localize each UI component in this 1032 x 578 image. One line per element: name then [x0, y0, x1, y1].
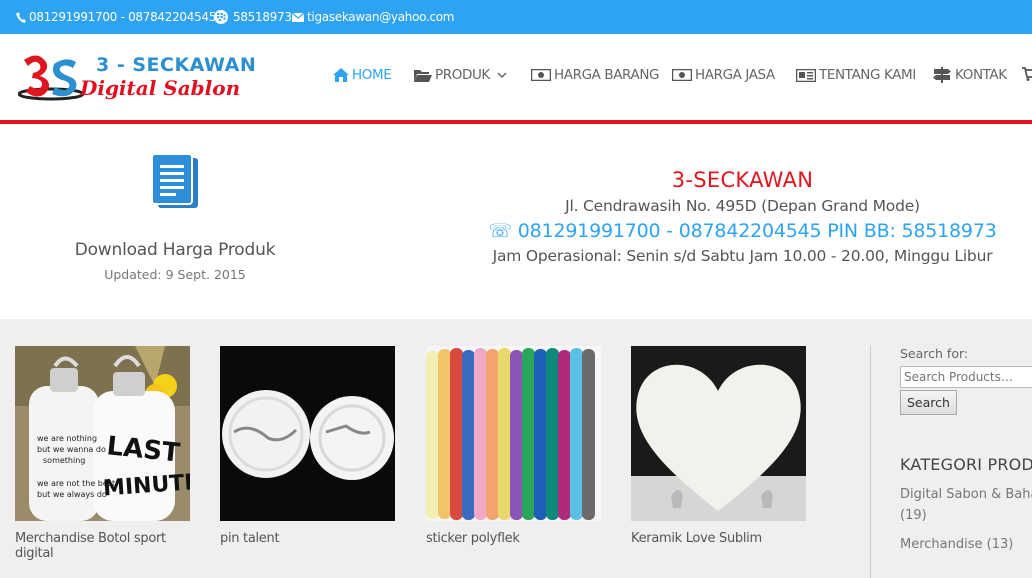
site-logo[interactable]: 3 - SECKAWAN Digital Sablon	[18, 52, 263, 104]
product-card[interactable]: we are nothing but we wanna do something…	[15, 346, 190, 561]
cart-icon	[1022, 67, 1032, 81]
product-card[interactable]: pin talent	[220, 346, 395, 546]
topbar-phone-text: 081291991700 - 087842204545	[29, 10, 217, 24]
search-input[interactable]	[900, 366, 1032, 388]
product-image[interactable]	[220, 346, 395, 521]
product-image[interactable]	[631, 346, 806, 521]
nav-harga-jasa-label: HARGA JASA	[695, 67, 775, 83]
topbar-email-text: tigasekawan@yahoo.com	[307, 10, 455, 24]
product-card[interactable]: sticker polyflek	[426, 346, 601, 546]
nav-harga-barang[interactable]: HARGA BARANG	[531, 67, 659, 83]
logo-mark	[18, 55, 85, 101]
svg-text:but we wanna do: but we wanna do	[37, 445, 106, 454]
download-title[interactable]: Download Harga Produk	[0, 240, 350, 260]
search-button[interactable]: Search	[900, 390, 957, 415]
top-bar: 081291991700 - 087842204545 58518973 tig…	[0, 0, 1032, 34]
folder-icon	[414, 69, 432, 82]
money-icon	[672, 69, 692, 81]
nav-home[interactable]: HOME	[333, 67, 392, 83]
contact-address: Jl. Cendrawasih No. 495D (Depan Grand Mo…	[565, 197, 920, 215]
product-image[interactable]	[426, 346, 601, 521]
product-name[interactable]: Merchandise Botol sport digital	[15, 531, 190, 561]
product-card[interactable]: Keramik Love Sublim	[631, 346, 806, 546]
svg-text:but we always do: but we always do	[37, 490, 107, 499]
topbar-bb[interactable]: 58518973	[214, 10, 292, 24]
product-name[interactable]: Keramik Love Sublim	[631, 531, 806, 546]
blackberry-icon	[214, 10, 228, 24]
phone-icon	[16, 11, 26, 23]
sidebar-divider	[870, 345, 871, 578]
document-icon[interactable]	[150, 152, 200, 210]
nav-kontak[interactable]: KONTAK	[932, 67, 1007, 83]
info-section: Download Harga Produk Updated: 9 Sept. 2…	[0, 124, 1032, 319]
svg-text:we are nothing: we are nothing	[37, 434, 97, 443]
category-name[interactable]: Digital Sabon & Bahan	[900, 487, 1032, 502]
category-item[interactable]: Digital Sabon & Bahan (19)	[900, 484, 1032, 526]
nav-harga-jasa[interactable]: HARGA JASA	[672, 67, 775, 83]
chevron-down-icon	[497, 71, 507, 78]
nav-produk-label: PRODUK	[435, 67, 490, 83]
topbar-phone[interactable]: 081291991700 - 087842204545	[16, 10, 216, 24]
category-item[interactable]: Merchandise (13)	[900, 534, 1032, 555]
download-updated: Updated: 9 Sept. 2015	[104, 267, 246, 282]
nav-home-label: HOME	[352, 67, 392, 83]
svg-text:something: something	[43, 456, 85, 465]
site-header: 3 - SECKAWAN Digital Sablon HOME PRODUK …	[0, 34, 1032, 122]
category-count: (19)	[900, 508, 927, 523]
category-heading: KATEGORI PRODUK	[900, 455, 1032, 474]
category-name[interactable]: Merchandise	[900, 537, 983, 552]
contact-phone: ☏ 081291991700 - 087842204545 PIN BB: 58…	[488, 220, 997, 242]
products-section: we are nothing but we wanna do something…	[0, 319, 1032, 578]
money-icon	[531, 69, 551, 81]
search-label: Search for:	[900, 346, 969, 361]
product-name[interactable]: pin talent	[220, 531, 395, 546]
nav-kontak-label: KONTAK	[955, 67, 1007, 83]
nav-harga-barang-label: HARGA BARANG	[554, 67, 660, 83]
logo-line2: Digital Sablon	[80, 76, 241, 100]
topbar-bb-text: 58518973	[233, 10, 292, 24]
signpost-icon	[933, 67, 951, 83]
contact-title: 3-SECKAWAN	[671, 168, 814, 192]
contact-hours: Jam Operasional: Senin s/d Sabtu Jam 10.…	[492, 247, 993, 265]
logo-line1: 3 - SECKAWAN	[96, 54, 257, 76]
product-name[interactable]: sticker polyflek	[426, 531, 601, 546]
envelope-icon	[292, 12, 304, 22]
home-icon	[333, 68, 349, 82]
nav-tentang-kami[interactable]: TENTANG KAMI	[796, 67, 916, 83]
contact-block: 3-SECKAWAN Jl. Cendrawasih No. 495D (Dep…	[455, 168, 1030, 265]
nav-tentang-kami-label: TENTANG KAMI	[819, 67, 916, 83]
sidebar: Search for: Search KATEGORI PRODUK Digit…	[900, 346, 1032, 555]
newspaper-icon	[796, 68, 816, 82]
nav-produk[interactable]: PRODUK	[414, 67, 507, 83]
product-image[interactable]: we are nothing but we wanna do something…	[15, 346, 190, 521]
topbar-email[interactable]: tigasekawan@yahoo.com	[292, 10, 454, 24]
nav-more[interactable]	[1022, 67, 1032, 81]
category-count: (13)	[986, 537, 1014, 552]
